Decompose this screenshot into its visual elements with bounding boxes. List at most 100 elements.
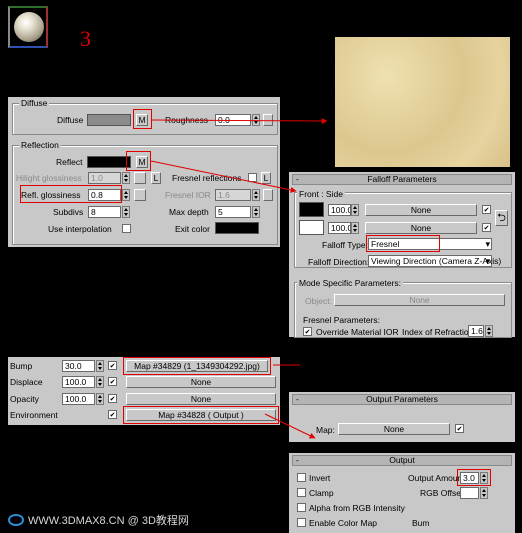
roughness-spinner[interactable] (252, 114, 260, 126)
bump-map-checkbox[interactable] (108, 361, 117, 370)
opacity-map-button[interactable]: None (126, 393, 276, 405)
texture-preview (335, 37, 510, 167)
override-ior-checkbox[interactable] (303, 327, 312, 336)
watermark-logo-icon (8, 514, 24, 526)
alpha-from-rgb-label: Alpha from RGB Intensity (309, 503, 405, 513)
material-sphere (14, 12, 44, 42)
subdivs-input[interactable]: 8 (88, 206, 121, 218)
output-amount-highlight (457, 469, 491, 486)
exit-color-label: Exit color (175, 224, 210, 234)
environment-map-checkbox[interactable] (108, 410, 117, 419)
enable-color-map-label: Enable Color Map (309, 518, 378, 528)
falloff-title: Falloff Parameters (367, 174, 437, 184)
bump-amount-spinner[interactable] (96, 360, 104, 372)
subdivs-spinner[interactable] (122, 206, 130, 218)
bump-amount-input[interactable]: 30.0 (62, 360, 95, 372)
displace-amount-spinner[interactable] (96, 376, 104, 388)
fresnel-reflections-label: Fresnel reflections (172, 173, 242, 183)
displace-map-button[interactable]: None (126, 376, 276, 388)
fresnel-reflections-checkbox[interactable] (248, 173, 257, 182)
fresnel-ior-spinner[interactable] (252, 189, 260, 201)
hilight-glossiness-label: Hilight glossiness (16, 173, 82, 183)
material-preview-thumbnail (8, 6, 48, 48)
exit-color-swatch[interactable] (215, 222, 259, 234)
fresnel-parameters-label: Fresnel Parameters: (303, 315, 380, 325)
falloff-direction-dropdown[interactable]: Viewing Direction (Camera Z-Axis) (368, 255, 501, 267)
output-panel: - Output Invert Output Amount: 3.0 Clamp … (289, 453, 515, 533)
falloff-parameters-panel: - Falloff Parameters Front : Side 100.0 N… (289, 172, 515, 338)
roughness-label: Roughness (165, 115, 209, 125)
front-amount-input[interactable]: 100.0 (328, 204, 351, 216)
diffuse-color-swatch[interactable] (87, 114, 131, 126)
front-amount-spinner[interactable] (351, 204, 359, 216)
opacity-amount-input[interactable]: 100.0 (62, 393, 95, 405)
max-depth-input[interactable]: 5 (215, 206, 251, 218)
invert-label: Invert (309, 473, 331, 483)
roughness-map-button[interactable] (263, 114, 273, 126)
max-depth-spinner[interactable] (252, 206, 260, 218)
output-params-rollout-header[interactable]: - Output Parameters (292, 394, 512, 405)
reflect-label: Reflect (56, 157, 83, 167)
use-interpolation-checkbox[interactable] (122, 224, 131, 233)
invert-checkbox[interactable] (297, 473, 306, 482)
use-interpolation-label: Use interpolation (48, 224, 112, 234)
fresnel-lock-button[interactable]: L (261, 172, 271, 184)
output-rollout-header[interactable]: - Output (292, 455, 512, 466)
refl-glossiness-spinner[interactable] (122, 189, 130, 201)
index-of-refraction-spinner[interactable] (485, 325, 493, 337)
bump-label: Bump (10, 361, 33, 371)
output-parameters-panel: - Output Parameters Map: None (289, 392, 515, 442)
opacity-map-checkbox[interactable] (108, 394, 117, 403)
step-number: 3 (80, 26, 91, 51)
swap-colors-button[interactable]: ⮌ (495, 210, 508, 226)
fresnel-ior-map-button[interactable] (263, 189, 273, 201)
watermark-text: WWW.3DMAX8.CN @ 3D教程网 (28, 515, 189, 527)
displace-amount-input[interactable]: 100.0 (62, 376, 95, 388)
displace-map-checkbox[interactable] (108, 377, 117, 386)
side-amount-input[interactable]: 100.0 (328, 222, 351, 234)
watermark: WWW.3DMAX8.CN @ 3D教程网 (8, 512, 189, 528)
front-map-button[interactable]: None (365, 204, 477, 216)
side-map-button[interactable]: None (365, 222, 477, 234)
mode-specific-label: Mode Specific Parameters: (297, 278, 404, 288)
opacity-amount-spinner[interactable] (96, 393, 104, 405)
index-of-refraction-input[interactable]: 1.6 (468, 325, 484, 337)
refl-glossiness-map-button[interactable] (134, 189, 146, 201)
output-title: Output (389, 455, 415, 465)
output-map-checkbox[interactable] (455, 424, 464, 433)
rgb-offset-spinner[interactable] (480, 487, 488, 499)
object-label: Object: (305, 296, 332, 306)
bump-map-highlight (123, 357, 271, 375)
falloff-rollout-header[interactable]: - Falloff Parameters (292, 174, 512, 185)
diffuse-map-highlight (133, 109, 152, 129)
environment-map-highlight (123, 406, 279, 424)
front-color-swatch[interactable] (299, 202, 324, 217)
reflect-color-swatch[interactable] (87, 156, 131, 168)
refl-glossiness-highlight (20, 185, 122, 203)
side-color-swatch[interactable] (299, 220, 324, 235)
displace-label: Displace (10, 377, 43, 387)
front-map-checkbox[interactable] (482, 205, 491, 214)
front-side-label: Front : Side (297, 189, 345, 199)
falloff-type-label: Falloff Type: (322, 240, 368, 250)
roughness-input[interactable]: 0.0 (215, 114, 251, 126)
output-map-button[interactable]: None (338, 423, 450, 435)
clamp-label: Clamp (309, 488, 334, 498)
hilight-glossiness-spinner[interactable] (122, 172, 130, 184)
side-map-checkbox[interactable] (482, 223, 491, 232)
enable-color-map-checkbox[interactable] (297, 518, 306, 527)
falloff-type-highlight (366, 235, 440, 252)
object-pick-button[interactable]: None (334, 294, 505, 306)
hilight-lock-button[interactable]: L (151, 172, 161, 184)
clamp-checkbox[interactable] (297, 488, 306, 497)
maps-panel: Bump 30.0 Map #34829 (1_1349304292.jpg) … (8, 357, 280, 425)
side-amount-spinner[interactable] (351, 222, 359, 234)
subdivs-label: Subdivs (53, 207, 84, 217)
diffuse-group-title: Diffuse (19, 98, 50, 108)
rgb-offset-input[interactable] (460, 487, 479, 499)
hilight-map-button[interactable] (134, 172, 146, 184)
alpha-from-rgb-checkbox[interactable] (297, 503, 306, 512)
hilight-glossiness-input[interactable]: 1.0 (88, 172, 121, 184)
fresnel-ior-input[interactable]: 1.6 (215, 189, 251, 201)
falloff-direction-label: Falloff Direction: (308, 257, 370, 267)
